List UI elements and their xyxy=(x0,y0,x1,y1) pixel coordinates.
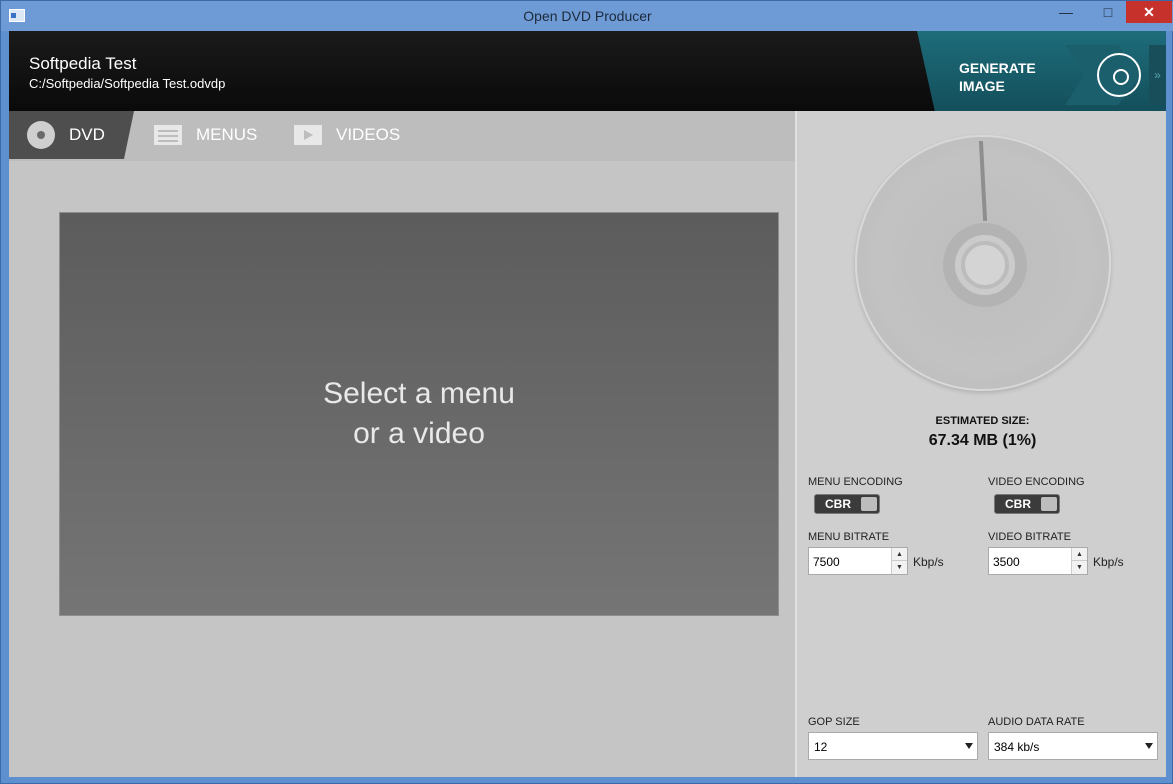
video-bitrate-input[interactable]: 3500 ▲ ▼ xyxy=(988,547,1088,575)
preview-message-line2: or a video xyxy=(353,417,485,450)
tab-bar: DVD MENUS VIDEOS xyxy=(9,111,795,161)
minimize-button[interactable]: — xyxy=(1052,1,1080,23)
menu-bitrate-value: 7500 xyxy=(813,555,840,569)
toggle-knob xyxy=(861,497,877,511)
video-encoding-label: VIDEO ENCODING xyxy=(988,476,1085,488)
spin-down-icon[interactable]: ▼ xyxy=(1071,561,1087,574)
spin-down-icon[interactable]: ▼ xyxy=(891,561,907,574)
video-encoding-toggle[interactable]: CBR xyxy=(994,494,1060,514)
toggle-knob xyxy=(1041,497,1057,511)
close-button[interactable]: ✕ xyxy=(1126,1,1172,23)
audio-rate-select[interactable]: 384 kb/s xyxy=(988,732,1158,760)
chevron-down-icon xyxy=(965,743,973,749)
client-area: Softpedia Test C:/Softpedia/Softpedia Te… xyxy=(9,31,1166,777)
menu-bitrate-label: MENU BITRATE xyxy=(808,531,890,543)
video-bitrate-value: 3500 xyxy=(993,555,1020,569)
menu-bitrate-input[interactable]: 7500 ▲ ▼ xyxy=(808,547,908,575)
settings-panel: ESTIMATED SIZE: 67.34 MB (1%) MENU ENCOD… xyxy=(795,111,1166,777)
preview-area[interactable]: Select a menu or a video xyxy=(59,212,779,616)
video-play-icon xyxy=(294,125,322,145)
generate-image-button[interactable]: GENERATE IMAGE » xyxy=(917,31,1166,121)
video-encoding-value: CBR xyxy=(1005,497,1031,511)
menu-bitrate-unit: Kbp/s xyxy=(913,555,944,569)
maximize-button[interactable]: □ xyxy=(1094,1,1122,23)
gop-size-select[interactable]: 12 xyxy=(808,732,978,760)
tab-videos[interactable]: VIDEOS xyxy=(294,111,414,159)
gop-size-label: GOP SIZE xyxy=(808,716,860,728)
menu-encoding-toggle[interactable]: CBR xyxy=(814,494,880,514)
audio-rate-value: 384 kb/s xyxy=(994,740,1040,754)
main-panel: Select a menu or a video xyxy=(9,161,795,777)
spin-up-icon[interactable]: ▲ xyxy=(891,548,907,561)
window-title: Open DVD Producer xyxy=(523,8,652,24)
tab-menus-label: MENUS xyxy=(196,125,258,144)
estimated-size-label: ESTIMATED SIZE: xyxy=(935,415,1030,427)
menu-list-icon xyxy=(154,125,182,145)
video-bitrate-label: VIDEO BITRATE xyxy=(988,531,1071,543)
video-bitrate-unit: Kbp/s xyxy=(1093,555,1124,569)
disc-burn-icon xyxy=(1097,53,1141,97)
audio-rate-label: AUDIO DATA RATE xyxy=(988,716,1085,728)
app-window: Open DVD Producer — □ ✕ Softpedia Test C… xyxy=(0,0,1173,784)
gop-size-value: 12 xyxy=(814,740,828,754)
preview-message-line1: Select a menu xyxy=(323,377,515,410)
menu-encoding-value: CBR xyxy=(825,497,851,511)
disc-icon xyxy=(27,121,55,149)
spin-up-icon[interactable]: ▲ xyxy=(1071,548,1087,561)
tab-dvd-label: DVD xyxy=(69,125,105,144)
generate-image-label: GENERATE IMAGE xyxy=(959,60,1036,94)
title-bar: Open DVD Producer — □ ✕ xyxy=(1,1,1173,31)
project-path: C:/Softpedia/Softpedia Test.odvdp xyxy=(29,76,226,91)
tab-menus[interactable]: MENUS xyxy=(154,111,274,159)
estimated-size-value: 67.34 MB (1%) xyxy=(928,432,1037,449)
preview-message: Select a menu or a video xyxy=(269,374,569,454)
project-title: Softpedia Test xyxy=(29,54,137,73)
tab-dvd[interactable]: DVD xyxy=(9,111,134,159)
disc-usage-icon xyxy=(855,135,1111,391)
tab-videos-label: VIDEOS xyxy=(336,125,401,144)
expand-chevron-icon[interactable]: » xyxy=(1149,45,1166,105)
usage-indicator xyxy=(978,140,988,222)
disc-hole xyxy=(961,241,1009,289)
chevron-down-icon xyxy=(1145,743,1153,749)
menu-encoding-label: MENU ENCODING xyxy=(808,476,903,488)
